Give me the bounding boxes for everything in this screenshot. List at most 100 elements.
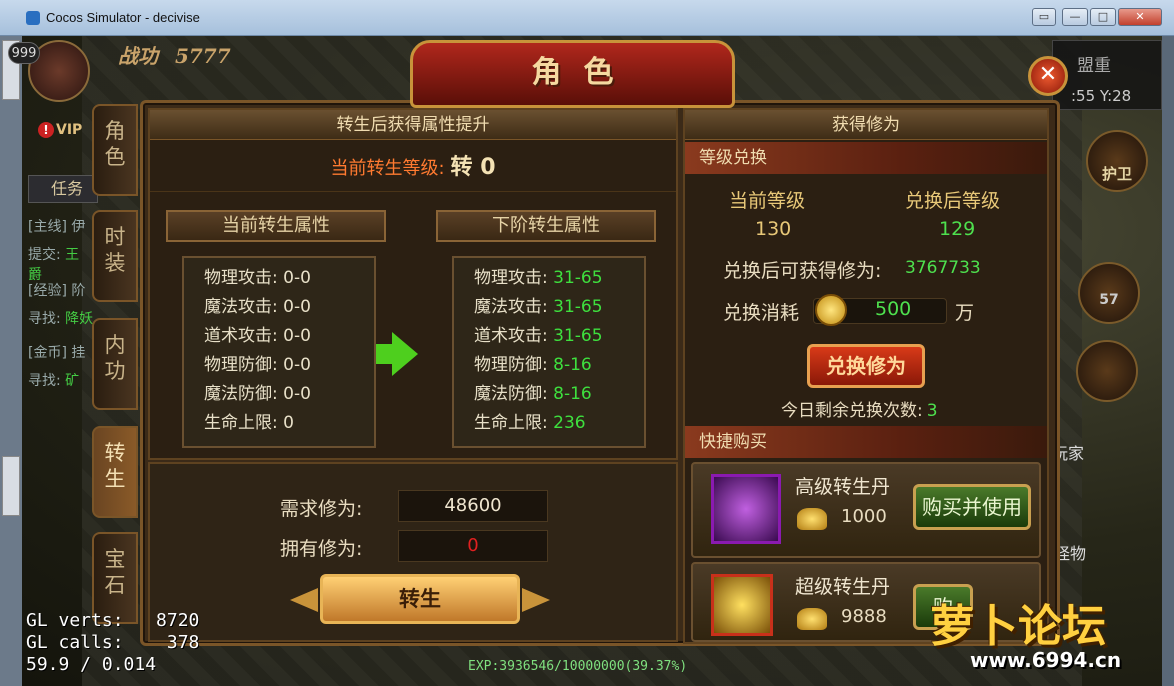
power-value: 5777 [174,44,231,68]
tab-rebirth[interactable]: 转生 [92,426,138,518]
map-name: 盟重 [1077,56,1111,76]
next-attr-title: 下阶转生属性 [436,210,656,242]
current-level-label: 当前转生等级: [330,158,445,179]
quest-line[interactable]: 寻找: 矿 [28,370,79,390]
skill-icon[interactable]: 57 [1078,262,1140,324]
tab-label: 宝石 [104,547,126,597]
alert-icon: ! [38,122,54,138]
gain-heading: 获得修为 [685,110,1047,140]
stat-value: 31-65 [553,297,603,317]
after-level-value: 129 [939,218,976,240]
button-wing-right [522,588,550,612]
stat-value: 8-16 [553,355,592,375]
debug-verts: GL verts: 8720 [26,610,200,631]
required-label: 需求修为: [280,498,363,520]
current-level-label: 当前等级 [729,190,806,212]
quest-tag: 寻找: [28,373,61,389]
current-level-value: 转 0 [450,155,496,180]
gold-ingot-icon [797,508,827,530]
quest-line[interactable]: [金币] 挂 [28,342,85,362]
quest-text: 王 [65,247,80,263]
quest-line[interactable]: [主线] 伊 [28,216,85,236]
stat-row: 生命上限: 0 [204,409,374,438]
watermark-url: www.6994.cn [970,648,1122,672]
quest-line[interactable]: 寻找: 降妖 [28,308,93,328]
tab-inner-power[interactable]: 内功 [92,318,138,410]
gold-orb-icon[interactable] [711,574,773,636]
buy-and-use-button[interactable]: 购买并使用 [913,484,1031,530]
rebirth-button[interactable]: 转生 [320,574,520,624]
quest-line[interactable]: [经验] 阶 [28,280,85,300]
item-price: 1000 [841,506,887,527]
quest-tag: 提交: [28,247,61,263]
maximize-button[interactable]: □ [1090,8,1116,26]
rebirth-cost-pane: 需求修为: 48600 拥有修为: 0 转生 [148,462,678,642]
guard-icon[interactable]: 护卫 [1086,130,1148,192]
required-value: 48600 [398,490,548,522]
stat-value: 8-16 [553,384,592,404]
remaining-exchanges: 今日剩余兑换次数: 3 [781,396,938,421]
shop-item: 高级转生丹 1000 购买并使用 [691,462,1041,558]
watermark-text: 萝卜论坛 [930,601,1106,652]
panel-title-banner: 角色 [410,40,735,108]
stat-row: 物理攻击: 31-65 [474,264,644,293]
current-rebirth-level: 当前转生等级: 转 0 [150,144,676,192]
stat-row: 魔法防御: 8-16 [474,380,644,409]
stat-label: 魔法防御: [474,384,548,404]
stat-row: 物理防御: 0-0 [204,351,374,380]
minimap[interactable]: 盟重 :55 Y:28 [1052,40,1162,110]
exchange-button[interactable]: 兑换修为 [807,344,925,388]
vip-badge[interactable]: ! VIP [38,122,82,138]
stat-value: 31-65 [553,268,603,288]
task-tab[interactable]: 任务 [28,175,98,203]
debug-calls: GL calls: 378 [26,632,200,653]
owned-label: 拥有修为: [280,538,363,560]
minimize-button[interactable]: — [1062,8,1088,26]
stat-value: 236 [553,413,586,433]
quest-text: 挂 [71,345,86,361]
desktop-fragment [2,456,20,516]
stat-label: 物理防御: [474,355,548,375]
close-panel-icon[interactable]: ✕ [1028,56,1068,96]
stat-label: 物理攻击: [204,268,278,288]
stat-label: 魔法攻击: [204,297,278,317]
purple-orb-icon[interactable] [711,474,781,544]
stat-label: 道术攻击: [204,326,278,346]
map-coords: :55 Y:28 [1071,87,1132,105]
stat-label: 魔法攻击: [474,297,548,317]
vip-label: VIP [56,122,83,138]
exp-bar-text: EXP:3936546/10000000(39.37%) [468,659,688,674]
stat-row: 魔法防御: 0-0 [204,380,374,409]
stat-row: 物理防御: 8-16 [474,351,644,380]
current-level-value: 130 [755,218,792,240]
current-attr-list: 物理攻击: 0-0 魔法攻击: 0-0 道术攻击: 0-0 物理防御: 0-0 … [182,256,376,448]
cost-unit: 万 [955,302,975,324]
tab-character[interactable]: 角色 [92,104,138,196]
quest-tag: [主线] [28,219,67,235]
gain-value: 3767733 [905,258,981,278]
stat-label: 物理防御: [204,355,278,375]
quest-tag: 寻找: [28,311,61,327]
attack-skill-icon[interactable] [1076,340,1138,402]
quest-line[interactable]: 提交: 王 [28,244,79,264]
stat-label: 魔法防御: [204,384,278,404]
tab-fashion[interactable]: 时装 [92,210,138,302]
rebirth-attributes-pane: 转生后获得属性提升 当前转生等级: 转 0 当前转生属性 下阶转生属性 物理攻击:… [148,108,678,460]
next-attr-list: 物理攻击: 31-65 魔法攻击: 31-65 道术攻击: 31-65 物理防御… [452,256,646,448]
level-exchange-section: 等级兑换 [685,142,1047,174]
close-window-button[interactable]: ✕ [1118,8,1162,26]
restore-icon[interactable]: ▭ [1032,8,1056,26]
tab-label: 时装 [104,225,126,275]
stat-row: 魔法攻击: 31-65 [474,293,644,322]
gold-coin-icon [815,294,847,326]
gain-cultivation-pane: 获得修为 等级兑换 当前等级 兑换后等级 130 129 兑换后可获得修为: 3… [683,108,1049,644]
item-name: 超级转生丹 [795,576,891,598]
quest-text: 阶 [71,283,86,299]
stat-value: 31-65 [553,326,603,346]
arrow-right-icon [392,332,418,376]
stat-value: 0 [283,413,294,433]
quest-text: 矿 [65,373,80,389]
quest-text: 伊 [71,219,86,235]
button-wing-left [290,588,318,612]
guard-label: 护卫 [1101,165,1132,183]
